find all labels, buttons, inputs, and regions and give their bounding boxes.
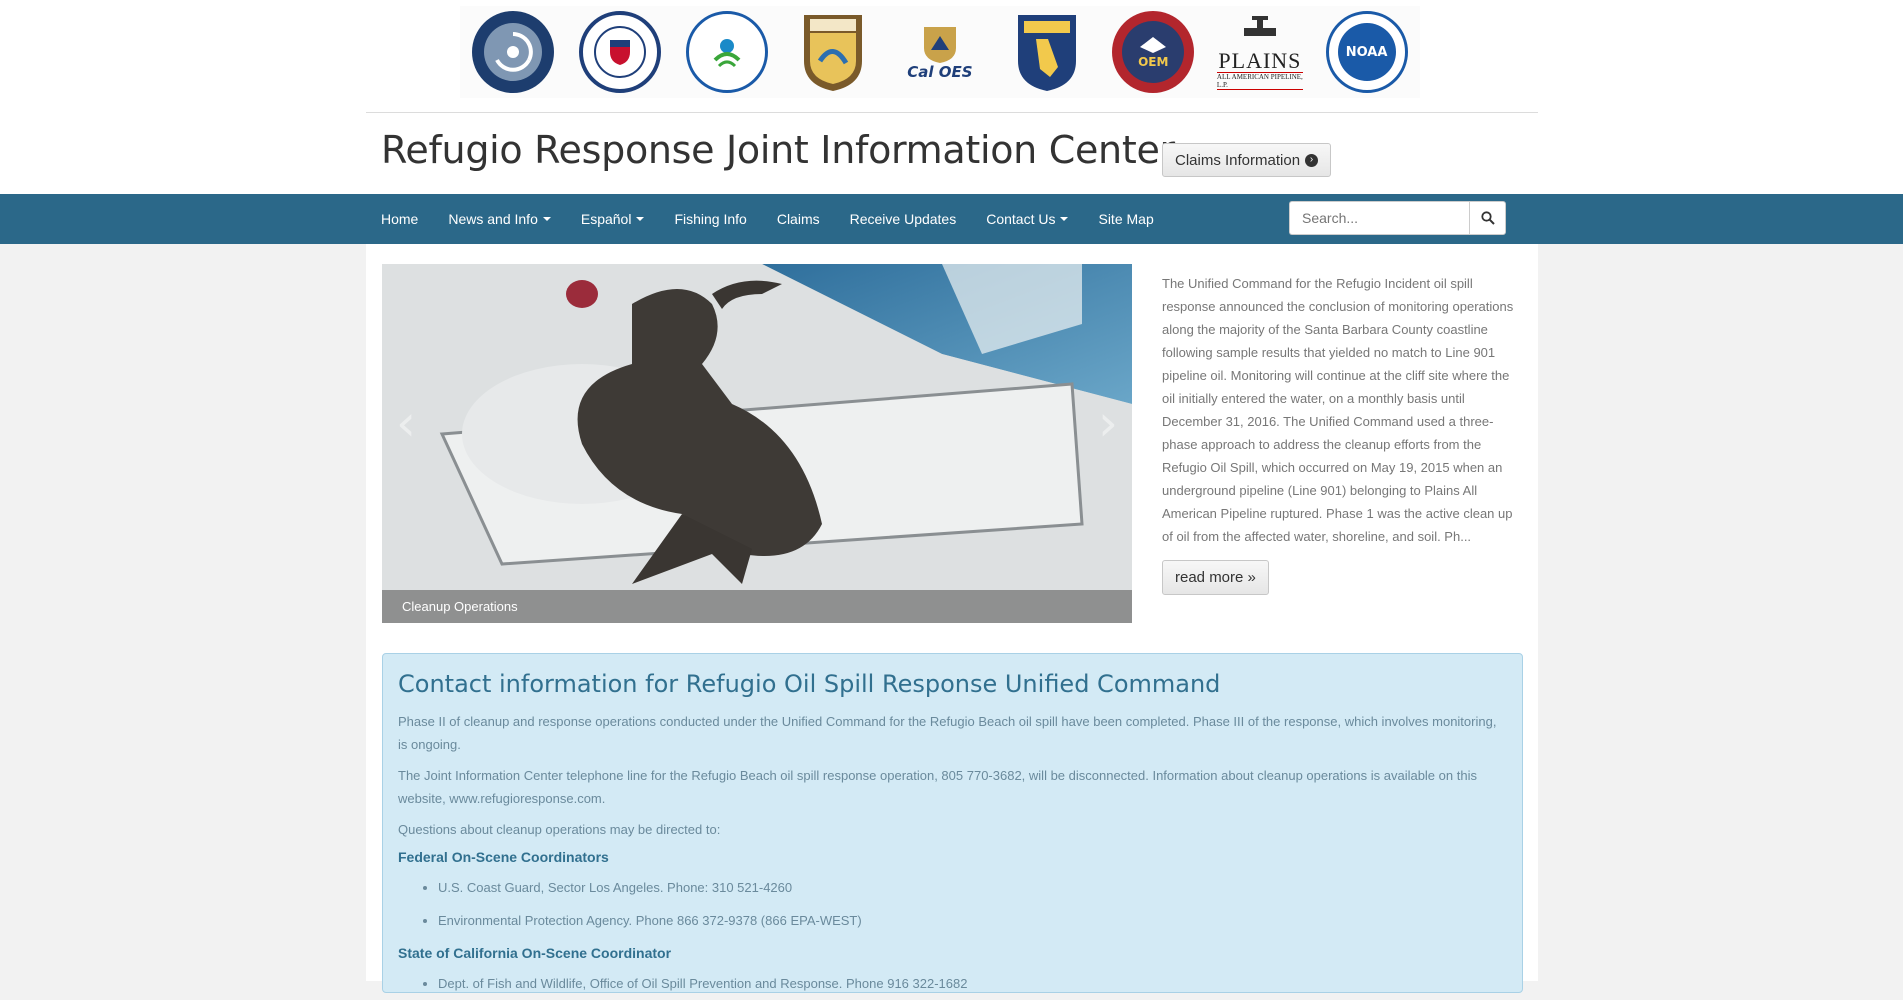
caret-down-icon [636,217,645,221]
carousel-next-icon[interactable]: › [1098,394,1118,452]
caret-down-icon [542,217,551,221]
usfws-shield-icon[interactable] [790,9,876,95]
federal-coordinators-heading: Federal On-Scene Coordinators [398,849,609,865]
noaa-seal-icon[interactable]: NOAA [1324,9,1410,95]
header-divider [366,112,1538,113]
contact-panel-heading: Contact information for Refugio Oil Spil… [398,670,1221,698]
nav-espanol[interactable]: Español [566,194,660,244]
nav-site-map[interactable]: Site Map [1083,194,1168,244]
nav-fishing-info[interactable]: Fishing Info [659,194,761,244]
oem-seal-icon[interactable]: OEM [1110,9,1196,95]
contact-panel-paragraph: The Joint Information Center telephone l… [398,768,1477,806]
site-title[interactable]: Refugio Response Joint Information Cente… [381,128,1175,172]
carousel-image-oiled-bird [382,264,1132,590]
main-navbar: Home News and Info Español Fishing Info … [0,194,1903,244]
chevron-circle-right-icon: › [1305,153,1319,167]
image-carousel[interactable]: ‹ › Cleanup Operations [382,264,1132,623]
nav-receive-updates[interactable]: Receive Updates [835,194,972,244]
read-more-button[interactable]: read more » [1162,560,1269,595]
search-form [1289,201,1506,235]
federal-coordinators-list: U.S. Coast Guard, Sector Los Angeles. Ph… [398,871,1507,937]
agency-logo-strip: Cal OES OEM PLAINS ALL AMERICAN PIPELINE… [460,6,1420,98]
contact-panel-paragraph: Phase II of cleanup and response operati… [398,714,1497,752]
list-item: U.S. Coast Guard, Sector Los Angeles. Ph… [438,871,1507,904]
dot-seal-icon[interactable] [470,9,556,95]
cdfw-shield-icon[interactable] [1004,9,1090,95]
search-input[interactable] [1289,201,1469,235]
nav-claims[interactable]: Claims [762,194,835,244]
nav-menu: Home News and Info Español Fishing Info … [366,194,1169,244]
caloes-logo-icon[interactable]: Cal OES [897,9,983,95]
nav-home[interactable]: Home [366,194,433,244]
feature-article-text: The Unified Command for the Refugio Inci… [1162,276,1514,544]
search-icon [1480,211,1495,225]
claims-button-label: Claims Information [1175,151,1301,169]
list-item: Dept. of Fish and Wildlife, Office of Oi… [438,967,1507,1000]
contact-info-panel: Contact information for Refugio Oil Spil… [382,653,1523,993]
nav-contact-us[interactable]: Contact Us [971,194,1083,244]
uscg-seal-icon[interactable] [577,9,663,95]
state-coordinator-heading: State of California On-Scene Coordinator [398,945,672,961]
main-content: ‹ › Cleanup Operations The Unified Comma… [366,244,1538,993]
plains-logo-icon[interactable]: PLAINS ALL AMERICAN PIPELINE, L.P. [1216,9,1303,95]
caret-down-icon [1060,217,1069,221]
carousel-caption: Cleanup Operations [382,590,1132,623]
epa-seal-icon[interactable] [684,9,770,95]
search-button[interactable] [1469,201,1506,235]
carousel-prev-icon[interactable]: ‹ [396,394,416,452]
state-coordinator-list: Dept. of Fish and Wildlife, Office of Oi… [398,967,1507,1000]
list-item: Environmental Protection Agency. Phone 8… [438,904,1507,937]
contact-panel-paragraph: Questions about cleanup operations may b… [398,822,721,837]
claims-information-button[interactable]: Claims Information › [1162,143,1332,177]
nav-news-and-info[interactable]: News and Info [433,194,566,244]
